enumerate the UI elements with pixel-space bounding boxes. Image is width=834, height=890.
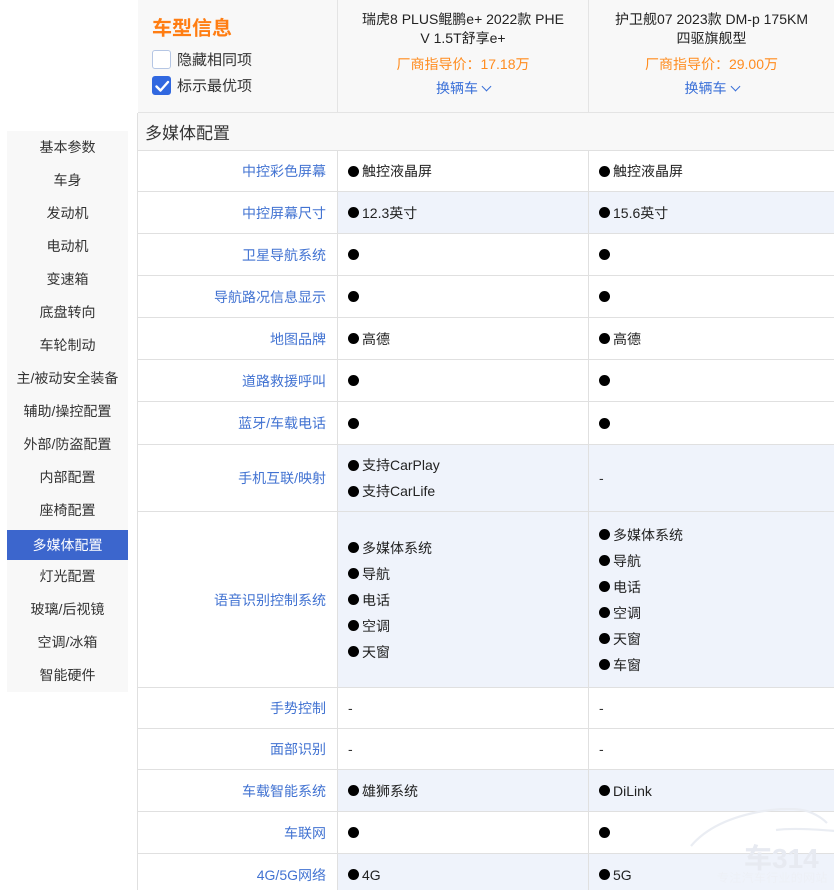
svg-text:专注汽车行业的网站: 专注汽车行业的网站 bbox=[717, 869, 828, 886]
